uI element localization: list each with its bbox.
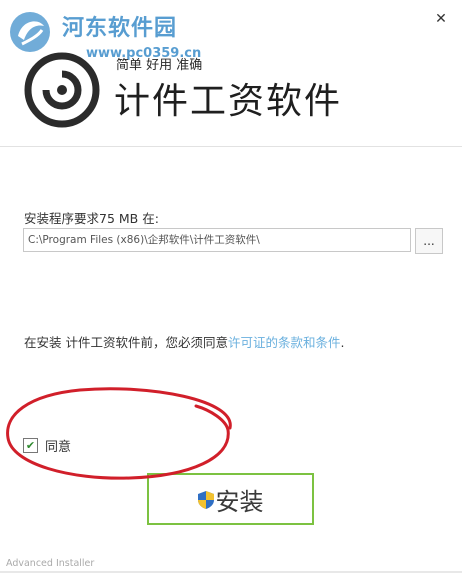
- close-button[interactable]: ✕: [428, 6, 454, 32]
- watermark-title: 河东软件园: [62, 15, 178, 41]
- app-tagline: 简单 好用 准确: [116, 58, 203, 73]
- app-logo-icon: [24, 52, 100, 128]
- license-notice: 在安装 计件工资软件前，您必须同意许可证的条款和条件.: [24, 332, 344, 351]
- agree-label[interactable]: 同意: [45, 436, 71, 455]
- header-divider: [0, 146, 462, 147]
- license-link[interactable]: 许可证的条款和条件: [228, 335, 341, 350]
- agree-row: ✔ 同意: [23, 436, 71, 455]
- watermark-logo-icon: [10, 12, 50, 52]
- checkmark-icon: ✔: [25, 439, 36, 452]
- footer-brand: Advanced Installer: [6, 558, 95, 569]
- close-icon: ✕: [435, 11, 447, 27]
- install-label: 安装: [215, 487, 264, 516]
- license-prefix: 在安装 计件工资软件前，您必须同意: [24, 335, 228, 350]
- install-button[interactable]: 安装: [147, 473, 314, 525]
- browse-button[interactable]: ...: [415, 228, 443, 254]
- install-path-input[interactable]: [23, 228, 411, 252]
- space-requirement-label: 安装程序要求75 MB 在:: [24, 211, 159, 226]
- uac-shield-icon: [197, 491, 214, 509]
- installer-window: ✕ 河东软件园 www.pc0359.cn 简单 好用 准确 计件工资软件 安装…: [0, 0, 462, 573]
- app-title: 计件工资软件: [114, 81, 343, 122]
- agree-checkbox[interactable]: ✔: [23, 438, 38, 453]
- license-suffix: .: [340, 335, 345, 350]
